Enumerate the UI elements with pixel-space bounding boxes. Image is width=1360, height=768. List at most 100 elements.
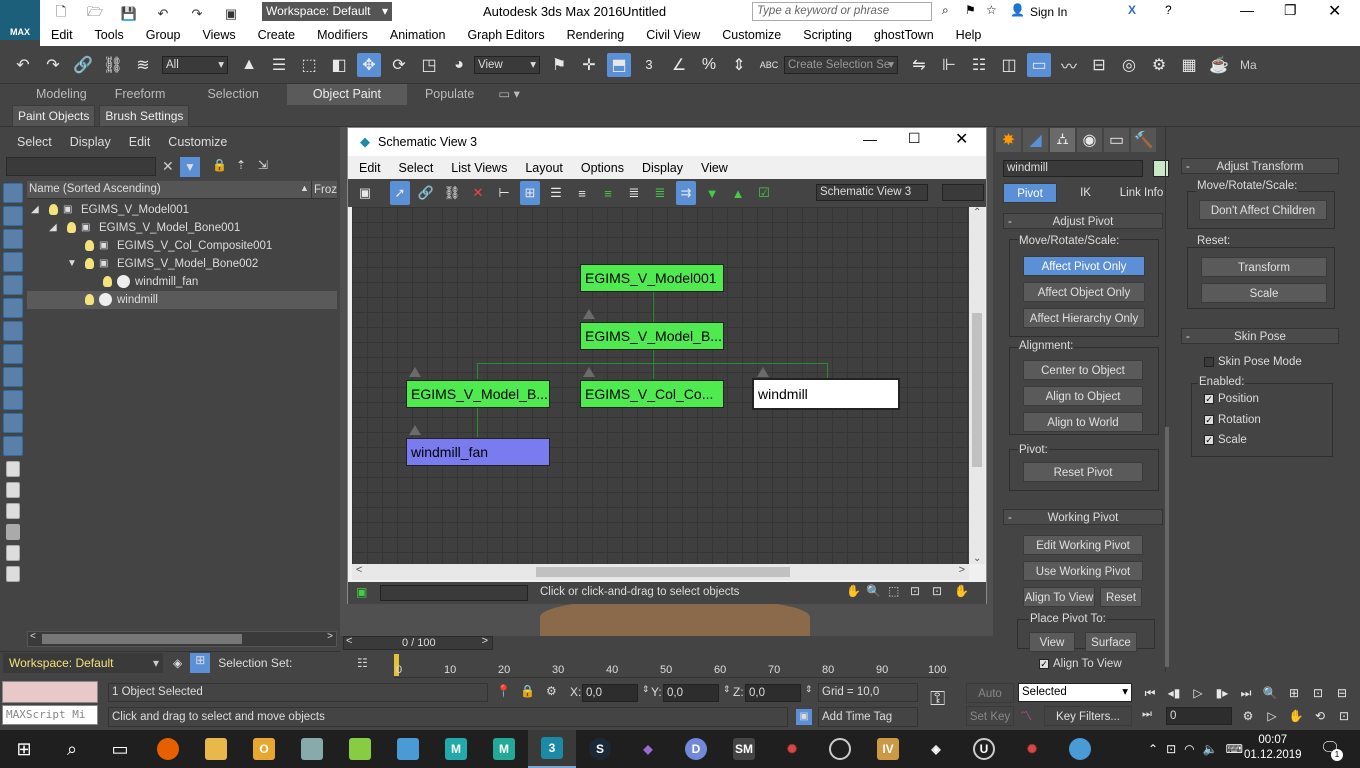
y-spinner-icon[interactable]: ⇕: [723, 684, 731, 695]
display-none-icon[interactable]: [3, 183, 23, 203]
delete-objects-icon[interactable]: ✕: [468, 181, 488, 205]
menu-customize[interactable]: Customize: [711, 24, 792, 46]
app-icon[interactable]: [384, 730, 432, 768]
auto-key-button[interactable]: Auto Key: [966, 683, 1014, 720]
tree-row[interactable]: ▼ ▣ EGIMS_V_Model_Bone002: [27, 255, 337, 273]
configure-filter-icon[interactable]: [6, 545, 20, 561]
scroll-down-icon[interactable]: ⌄: [973, 553, 981, 564]
network-icon[interactable]: ⊡: [1166, 742, 1176, 756]
adjust-transform-rollout-header[interactable]: - Adjust Transform: [1181, 158, 1339, 174]
select-dependents-icon[interactable]: ⇲: [258, 158, 268, 172]
menu-group[interactable]: Group: [135, 24, 192, 46]
render-production-icon[interactable]: ☕: [1207, 53, 1231, 77]
clear-search-icon[interactable]: ✕: [162, 158, 174, 175]
tray-overflow-icon[interactable]: ⌃: [1148, 742, 1158, 756]
schematic-menu-edit[interactable]: Edit: [350, 157, 390, 179]
menu-modifiers[interactable]: Modifiers: [306, 24, 379, 46]
explorer-menu-customize[interactable]: Customize: [159, 127, 236, 157]
app-icon[interactable]: ✺: [768, 730, 816, 768]
display-spacewarps-icon[interactable]: [3, 321, 23, 341]
window-crossing-icon[interactable]: ◧: [327, 53, 351, 77]
scroll-thumb[interactable]: [42, 634, 242, 644]
visibility-bulb-icon[interactable]: [67, 222, 76, 233]
zoom-extents-all-icon[interactable]: ⊟: [1332, 683, 1352, 703]
visibility-bulb-icon[interactable]: [85, 240, 94, 251]
schematic-canvas[interactable]: EGIMS_V_Model001 EGIMS_V_Model_B... EGIM…: [352, 207, 969, 564]
schematic-maximize-button[interactable]: ☐: [908, 130, 921, 147]
explorer-workspace-dropdown[interactable]: Workspace: Default ▾: [3, 652, 163, 673]
display-geometry-icon[interactable]: [3, 206, 23, 226]
key-filters-button[interactable]: Key Filters...: [1044, 706, 1132, 726]
expand-triangle-icon[interactable]: ▼: [67, 255, 77, 273]
align-to-object-button[interactable]: Align to Object: [1023, 386, 1143, 406]
menu-civil-view[interactable]: Civil View: [635, 24, 711, 46]
invert-display-icon[interactable]: [6, 503, 20, 519]
tab-freeform[interactable]: Freeform: [101, 84, 180, 105]
rect-selection-icon[interactable]: ⬚: [297, 53, 321, 77]
help-icon[interactable]: ?: [1165, 3, 1172, 17]
next-frame-icon[interactable]: >: [482, 635, 488, 647]
x-spinner-icon[interactable]: ⇕: [642, 684, 650, 695]
current-frame-field[interactable]: 0: [1166, 707, 1232, 725]
wifi-icon[interactable]: ◠: [1184, 742, 1194, 756]
timeline-track[interactable]: 0 10 20 30 40 50 60 70 80 90 100: [394, 652, 949, 678]
reset-pivot-button[interactable]: Reset Pivot: [1023, 462, 1143, 482]
select-rotate-icon[interactable]: ⟳: [387, 53, 411, 77]
motion-tab-icon[interactable]: ◉: [1077, 128, 1102, 152]
edit-named-selection-icon[interactable]: ABC: [757, 53, 781, 77]
3dsmax-icon[interactable]: 3: [528, 730, 576, 768]
named-selection-dropdown[interactable]: Create Selection Se ▾: [784, 55, 898, 74]
zoom-region-icon[interactable]: ⬚: [888, 584, 899, 598]
visibility-bulb-icon[interactable]: [103, 276, 112, 287]
pan-view-icon[interactable]: ✋: [1286, 706, 1306, 726]
open-file-icon[interactable]: 🗁: [83, 2, 107, 26]
tab-selection[interactable]: Selection: [179, 84, 286, 105]
schematic-view-icon[interactable]: ⊟: [1087, 53, 1111, 77]
isolate-selection-icon[interactable]: 📍: [496, 684, 511, 698]
explorer-menu-select[interactable]: Select: [8, 127, 61, 157]
node-windmill[interactable]: windmill: [752, 378, 900, 410]
node-egims-v-model-bone001[interactable]: EGIMS_V_Model_B...: [580, 322, 724, 350]
column-name-header[interactable]: Name (Sorted Ascending): [29, 183, 161, 195]
y-coordinate-field[interactable]: 0,0: [663, 684, 719, 702]
display-groups-icon[interactable]: [3, 344, 23, 364]
percent-snap-icon[interactable]: %: [697, 53, 721, 77]
scroll-right-icon[interactable]: >: [959, 564, 965, 576]
play-icon[interactable]: ▷: [1188, 683, 1208, 703]
zoom-icon[interactable]: 🔍: [866, 584, 881, 598]
unity-icon[interactable]: ◈: [912, 730, 960, 768]
menu-scripting[interactable]: Scripting: [792, 24, 863, 46]
schematic-vscrollbar[interactable]: ⌃ ⌄: [969, 207, 985, 564]
select-by-name-icon[interactable]: ☰: [267, 53, 291, 77]
display-floater-icon[interactable]: ▣: [355, 181, 375, 205]
scroll-up-icon[interactable]: ⌃: [973, 207, 981, 218]
selection-filter-dropdown[interactable]: All ▾: [162, 55, 228, 74]
ribbon-options-icon[interactable]: ▭ ▾: [492, 84, 526, 105]
menu-rendering[interactable]: Rendering: [556, 24, 636, 46]
explorer-menu-display[interactable]: Display: [61, 127, 120, 157]
display-helpers-icon[interactable]: [3, 298, 23, 318]
go-to-start-icon[interactable]: ⏮: [1140, 683, 1160, 703]
krita-icon[interactable]: [1056, 730, 1104, 768]
task-view-icon[interactable]: ▭: [96, 730, 144, 768]
prev-frame-icon[interactable]: <: [346, 635, 352, 647]
undo-icon[interactable]: ↶: [151, 2, 175, 26]
steam-icon[interactable]: S: [576, 730, 624, 768]
favorites-star-icon[interactable]: ☆: [986, 3, 997, 17]
always-arrange-icon[interactable]: ☰: [546, 181, 566, 205]
reference-coordinate-dropdown[interactable]: View ▾: [474, 55, 540, 74]
notepad-plus-icon[interactable]: [336, 730, 384, 768]
center-to-object-button[interactable]: Center to Object: [1023, 360, 1143, 380]
menu-edit[interactable]: Edit: [40, 24, 84, 46]
schematic-menu-display[interactable]: Display: [633, 157, 692, 179]
app-icon[interactable]: [288, 730, 336, 768]
hierarchy-view-icon[interactable]: ⊞: [190, 652, 211, 673]
selection-lock-icon[interactable]: 🔒: [520, 684, 535, 698]
select-move-icon[interactable]: ✥: [357, 52, 381, 77]
dont-affect-children-button[interactable]: Don't Affect Children: [1199, 200, 1327, 220]
display-containers-icon[interactable]: [3, 413, 23, 433]
scroll-thumb[interactable]: [972, 313, 982, 467]
menu-animation[interactable]: Animation: [379, 24, 457, 46]
toggle-scene-explorer-icon[interactable]: ☷: [967, 53, 991, 77]
visibility-bulb-icon[interactable]: [49, 204, 58, 215]
